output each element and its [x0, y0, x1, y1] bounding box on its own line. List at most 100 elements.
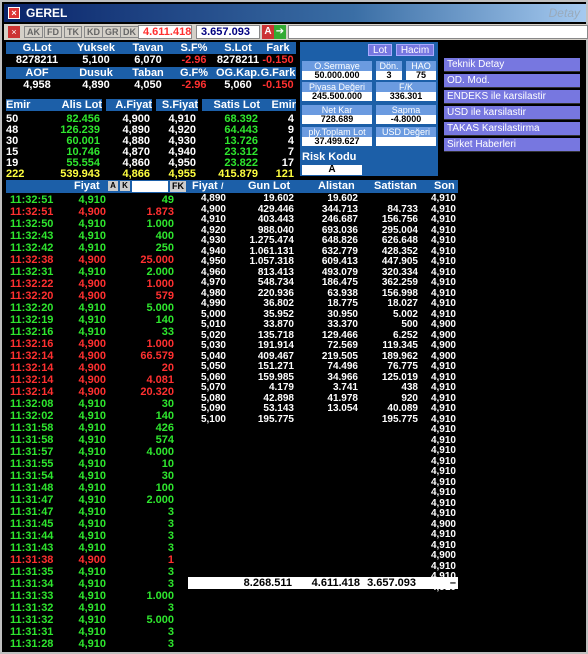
- tab-fd[interactable]: FD: [44, 26, 62, 38]
- summary-header: Dusuk: [68, 67, 124, 79]
- level-cell: 4,900: [430, 340, 456, 351]
- tag-fk[interactable]: FK: [170, 181, 186, 192]
- trade-price: 4,910: [78, 566, 106, 578]
- tab-tk[interactable]: TK: [64, 26, 82, 38]
- toolbar: × AK FD TK KD GR DK 4.611.418 3.657.093 …: [4, 24, 588, 40]
- lot-button[interactable]: Lot: [368, 44, 392, 56]
- sell-total-box: 3.657.093: [196, 25, 260, 39]
- depth-header: A.Fiyat: [106, 99, 152, 111]
- a-button[interactable]: A: [262, 25, 274, 39]
- buy-total-box: 4.611.418: [138, 25, 192, 39]
- level-cell: 19.602: [327, 193, 358, 204]
- trade-price: 4,910: [78, 314, 106, 326]
- level-cell: 548.734: [257, 277, 294, 288]
- trade-lot: 2.000: [146, 494, 174, 506]
- level-cell: 438: [401, 382, 418, 393]
- window-title: GEREL: [26, 6, 68, 20]
- tag-k[interactable]: K: [120, 181, 130, 191]
- level-cell: 5,050: [200, 361, 226, 372]
- trades-filter-input[interactable]: [132, 181, 168, 192]
- total-gunlot: 8.268.511: [243, 577, 292, 589]
- menu-item[interactable]: OD. Mod.: [444, 74, 580, 88]
- level-cell: 609.413: [321, 256, 358, 267]
- trade-time: 11:31:47: [10, 494, 54, 506]
- level-cell: 4,950: [200, 256, 226, 267]
- level-cell: 186.475: [321, 277, 358, 288]
- menu-item[interactable]: Sirket Haberleri: [444, 138, 580, 152]
- depth-total-cell: 222: [6, 168, 25, 180]
- level-son-extra: 4,910: [430, 445, 456, 456]
- depth-total-cell: 539.943: [60, 168, 100, 180]
- trade-price: 4,910: [78, 422, 106, 434]
- depth-header: Alis Lot: [42, 99, 102, 111]
- level-son-extra: 4,910: [430, 466, 456, 477]
- tab-ak[interactable]: AK: [24, 26, 43, 38]
- trade-lot: 400: [155, 230, 174, 242]
- level-cell: 4,910: [430, 235, 456, 246]
- menu-item[interactable]: USD ile karsilastir: [444, 106, 580, 120]
- sapma-value: -4.8000: [376, 115, 436, 124]
- piyasa-value: 245.500.000: [302, 92, 372, 101]
- level-son-extra: 4,910: [430, 455, 456, 467]
- level-cell: 4,900: [200, 203, 226, 215]
- trade-time: 11:31:47: [10, 506, 54, 518]
- level-cell: 4,910: [430, 256, 456, 267]
- trade-lot: 30: [161, 470, 174, 482]
- level-cell: 4,910: [430, 413, 456, 425]
- level-cell: 219.505: [321, 350, 358, 362]
- close-icon[interactable]: ×: [8, 26, 20, 38]
- tab-dk[interactable]: DK: [120, 26, 139, 38]
- level-cell: 195.775: [381, 413, 418, 425]
- menu-item[interactable]: TAKAS Karsilastirma: [444, 122, 580, 136]
- trade-lot: 3: [167, 542, 174, 554]
- trade-price: 4,910: [78, 302, 106, 314]
- menu-item[interactable]: Teknik Detay: [444, 58, 580, 72]
- trade-lot: 2.000: [146, 266, 174, 278]
- app-icon: ×: [8, 7, 20, 19]
- symbol-input[interactable]: [288, 25, 588, 39]
- level-cell: 632.779: [321, 245, 358, 257]
- trade-price: 4,910: [78, 638, 106, 650]
- summary-value: 4,050: [124, 79, 172, 91]
- summary-value: 8278211: [216, 54, 260, 66]
- trade-lot: 25.000: [140, 254, 174, 266]
- trade-price: 4,910: [78, 410, 106, 422]
- level-cell: 195.775: [257, 413, 294, 425]
- levels-alistan-header: Alistan: [318, 180, 355, 192]
- trade-lot: 5.000: [146, 614, 174, 626]
- menu-item[interactable]: ENDEKS ile karsilastir: [444, 90, 580, 104]
- level-cell: 40.089: [387, 403, 418, 414]
- level-cell: 156.756: [381, 214, 418, 225]
- trade-price: 4,910: [78, 590, 106, 602]
- tab-kd[interactable]: KD: [84, 26, 103, 38]
- tab-gr[interactable]: GR: [102, 26, 122, 38]
- summary-value: 6,070: [124, 54, 172, 66]
- depth-total-cell: 121: [275, 168, 294, 180]
- level-cell: 4,910: [430, 371, 456, 383]
- title-bar[interactable]: × GEREL Detay: [4, 4, 586, 22]
- tag-a[interactable]: A: [108, 181, 118, 191]
- trade-time: 11:32:19: [10, 314, 54, 326]
- level-son-extra: 4,910: [430, 424, 456, 435]
- level-cell: 18.027: [387, 298, 418, 309]
- trade-lot: 1.873: [146, 206, 174, 218]
- trade-lot: 4.000: [146, 446, 174, 458]
- depth-total-cell: 4,866: [122, 168, 150, 180]
- level-cell: 429.446: [257, 203, 294, 215]
- trade-price: 4,900: [78, 338, 106, 350]
- don-value: 3: [376, 71, 402, 80]
- trade-time: 11:32:50: [10, 218, 54, 230]
- trade-time: 11:32:22: [10, 278, 54, 290]
- hacim-button[interactable]: Hacim: [396, 44, 434, 56]
- level-cell: 125.019: [381, 371, 418, 383]
- level-cell: 35.952: [263, 308, 294, 320]
- trade-lot: 3: [167, 602, 174, 614]
- summary-value: 5,060: [216, 79, 260, 91]
- level-cell: 5,010: [200, 319, 226, 330]
- trade-price: 4,910: [78, 230, 106, 242]
- go-arrow-icon[interactable]: ➔: [274, 25, 286, 39]
- level-cell: 13.054: [327, 403, 358, 414]
- trade-price: 4,900: [78, 386, 106, 398]
- level-cell: 4.179: [268, 382, 294, 393]
- level-cell: 129.466: [321, 329, 358, 341]
